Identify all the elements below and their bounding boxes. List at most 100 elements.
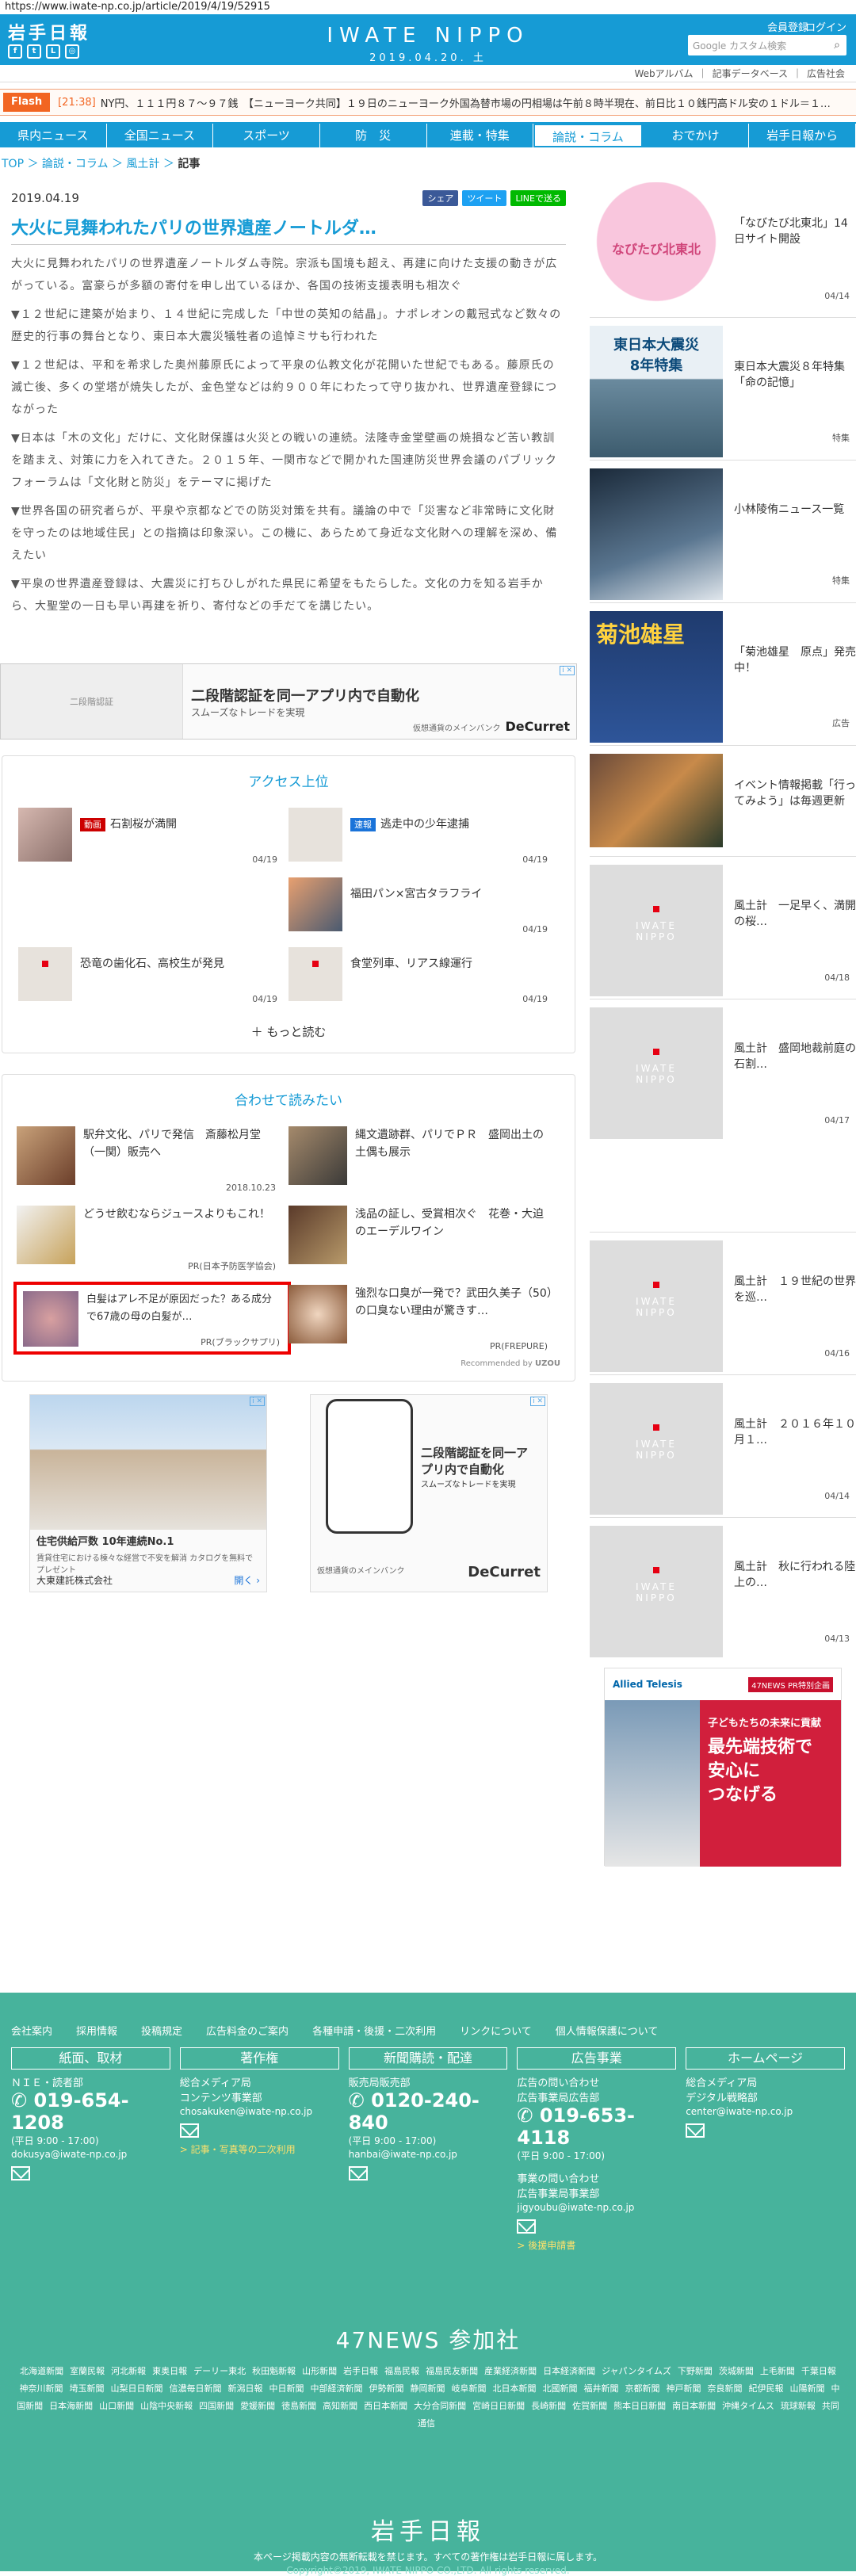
member-paper-link[interactable]: 山口新聞 xyxy=(99,2401,134,2411)
member-paper-link[interactable]: 南日本新聞 xyxy=(672,2401,716,2411)
related-item[interactable]: どうせ飲むならジュースよりもこれ！ PR(日本予防医学協会) xyxy=(17,1201,289,1280)
nav-sports[interactable]: スポーツ xyxy=(213,124,320,147)
contact-phone[interactable]: 019-654-1208 xyxy=(11,2089,129,2134)
login-link[interactable]: ログイン xyxy=(805,19,846,34)
footer-link[interactable]: 広告料金のご案内 xyxy=(206,2023,289,2038)
member-paper-link[interactable]: 伊勢新聞 xyxy=(369,2383,404,2394)
register-link[interactable]: 会員登録 xyxy=(767,19,808,34)
ranking-item[interactable]: 速報 逃走中の少年逮捕 04/19 xyxy=(289,803,559,873)
member-paper-link[interactable]: 大分合同新聞 xyxy=(414,2401,466,2411)
wide-ad-banner[interactable]: i ✕ 二段階認証 二段階認証を同一アプリ内で自動化 スムーズなトレードを実現 … xyxy=(0,663,577,740)
open-button[interactable]: 開く › xyxy=(234,1573,260,1587)
footer-link[interactable]: 採用情報 xyxy=(76,2023,117,2038)
highlight-frame[interactable]: 白髪はアレ不足が原因だった？ある成分で67歳の母の白髪が… PR(ブラックサプリ… xyxy=(13,1282,291,1355)
mail-icon[interactable] xyxy=(517,2219,537,2234)
member-paper-link[interactable]: 河北新報 xyxy=(111,2366,146,2376)
member-paper-link[interactable]: 沖縄タイムス xyxy=(722,2401,774,2411)
footer-link[interactable]: 各種申請・後援・二次利用 xyxy=(312,2023,436,2038)
member-paper-link[interactable]: 信濃毎日新聞 xyxy=(170,2383,222,2394)
sublink-album[interactable]: Webアルバム xyxy=(635,68,694,79)
url-bar[interactable]: https://www.iwate-np.co.jp/article/2019/… xyxy=(0,0,856,14)
related-item[interactable]: 強烈な口臭が一発で？武田久美子（50）の口臭ない理由が驚きす… PR(FREPU… xyxy=(289,1280,560,1359)
member-paper-link[interactable]: ジャパンタイムズ xyxy=(602,2366,671,2376)
member-paper-link[interactable]: 佐賀新聞 xyxy=(572,2401,607,2411)
member-paper-link[interactable]: 北日本新聞 xyxy=(493,2383,537,2394)
sublink-database[interactable]: 記事データベース xyxy=(713,68,788,79)
member-paper-link[interactable]: 中日新聞 xyxy=(269,2383,304,2394)
member-paper-link[interactable]: 産業経済新聞 xyxy=(484,2366,537,2376)
member-paper-link[interactable]: 山陽新聞 xyxy=(790,2383,825,2394)
member-paper-link[interactable]: 福井新聞 xyxy=(584,2383,619,2394)
sidebar-card[interactable]: IWATE NIPPO 風土計 一足早く、満開の桜… 04/18 xyxy=(590,856,856,996)
member-paper-link[interactable]: 室蘭民報 xyxy=(70,2366,105,2376)
sidebar-card[interactable]: 東日本大震災 8年特集 東日本大震災８年特集「命の記憶」 特集 xyxy=(590,317,856,457)
member-paper-link[interactable]: 岐阜新聞 xyxy=(452,2383,487,2394)
ranking-item[interactable]: 動画 石割桜が満開 04/19 xyxy=(18,803,289,873)
member-paper-link[interactable]: 京都新聞 xyxy=(625,2383,660,2394)
sidebar-card[interactable]: なびたび北東北 「なびたび北東北」14日サイト開設 04/14 xyxy=(590,174,856,314)
flash-text[interactable]: NY円、１１１円８７～９７銭 【ニューヨーク共同】１９日のニューヨーク外国為替市… xyxy=(101,95,831,110)
contact-mail[interactable]: hanbai@iwate-np.co.jp xyxy=(349,2149,508,2160)
footer-link[interactable]: 個人情報保護について xyxy=(556,2023,659,2038)
footer-link[interactable]: 会社案内 xyxy=(11,2023,52,2038)
member-paper-link[interactable]: 秋田魁新報 xyxy=(252,2366,296,2376)
member-paper-link[interactable]: 中部経済新聞 xyxy=(311,2383,363,2394)
footer-link[interactable]: 投稿規定 xyxy=(141,2023,182,2038)
member-paper-link[interactable]: 茨城新聞 xyxy=(719,2366,754,2376)
sponsorship-link[interactable]: > 後援申請書 xyxy=(517,2238,676,2252)
sidebar-card[interactable]: IWATE NIPPO 風土計 盛岡地裁前庭の石割… 04/17 xyxy=(590,999,856,1139)
contact-mail[interactable]: jigyoubu@iwate-np.co.jp xyxy=(517,2202,676,2213)
ranking-item[interactable] xyxy=(18,873,289,942)
flash-ticker[interactable]: Flash [21:38] NY円、１１１円８７～９７銭 【ニューヨーク共同】１… xyxy=(0,89,856,116)
related-item[interactable]: 浅品の証し、受賞相次ぐ 花巻・大迫のエーデルワイン xyxy=(289,1201,560,1280)
contact-phone[interactable]: 0120-240-840 xyxy=(349,2089,480,2134)
sidebar-card[interactable]: イベント情報掲載「行ってみよう」は毎週更新 xyxy=(590,745,856,848)
sidebar-card[interactable]: IWATE NIPPO 風土計 ２０１６年１０月１… 04/14 xyxy=(590,1374,856,1515)
mail-icon[interactable] xyxy=(11,2166,30,2180)
member-paper-link[interactable]: 新潟日報 xyxy=(228,2383,263,2394)
member-paper-link[interactable]: 紀伊民報 xyxy=(749,2383,784,2394)
nav-editorial[interactable]: 論説・コラム xyxy=(533,124,643,147)
member-paper-link[interactable]: 山梨日日新聞 xyxy=(111,2383,163,2394)
member-paper-link[interactable]: 長崎新聞 xyxy=(531,2401,566,2411)
member-paper-link[interactable]: 山形新聞 xyxy=(302,2366,337,2376)
adchoices-icon[interactable]: i ✕ xyxy=(530,1397,545,1406)
member-paper-link[interactable]: 岩手日報 xyxy=(343,2366,378,2376)
member-paper-link[interactable]: 千葉日報 xyxy=(801,2366,836,2376)
mail-icon[interactable] xyxy=(348,2166,368,2180)
related-item-highlighted[interactable]: 白髪はアレ不足が原因だった？ある成分で67歳の母の白髪が… PR(ブラックサプリ… xyxy=(13,1280,291,1359)
member-paper-link[interactable]: 静岡新聞 xyxy=(411,2383,445,2394)
member-paper-link[interactable]: 徳島新聞 xyxy=(281,2401,316,2411)
house-ad[interactable]: i ✕ 住宅供給戸数 10年連続No.1 賃貸住宅における棟々な経営で不安を解消… xyxy=(29,1394,267,1592)
member-paper-link[interactable]: デーリー東北 xyxy=(193,2366,246,2376)
member-paper-link[interactable]: 奈良新聞 xyxy=(708,2383,743,2394)
contact-mail[interactable]: dokusya@iwate-np.co.jp xyxy=(11,2149,170,2160)
ranking-item[interactable]: 食堂列車、リアス線運行 04/19 xyxy=(289,942,559,1012)
adchoices-icon[interactable]: i ✕ xyxy=(560,666,575,675)
breadcrumb-top[interactable]: TOP xyxy=(2,158,24,170)
nav-national[interactable]: 全国ニュース xyxy=(107,124,214,147)
ranking-item[interactable]: 恐竜の歯化石、高校生が発見 04/19 xyxy=(18,942,289,1012)
sidebar-card[interactable]: IWATE NIPPO 風土計 秋に行われる陸上の… 04/13 xyxy=(590,1517,856,1657)
member-paper-link[interactable]: 日本海新聞 xyxy=(49,2401,93,2411)
footer-logo[interactable]: 岩手日報 xyxy=(0,2512,856,2547)
contact-mail[interactable]: center@iwate-np.co.jp xyxy=(686,2106,845,2117)
breadcrumb-category[interactable]: 論説・コラム xyxy=(42,158,109,170)
search-box[interactable]: Google カスタム検索 ⌕ xyxy=(688,35,846,55)
member-paper-link[interactable]: 琉球新報 xyxy=(781,2401,816,2411)
contact-phone[interactable]: 019-653-4118 xyxy=(517,2104,635,2149)
contact-mail[interactable]: chosakuken@iwate-np.co.jp xyxy=(180,2106,339,2117)
nav-outing[interactable]: おでかけ xyxy=(643,124,750,147)
footer-link[interactable]: リンクについて xyxy=(460,2023,532,2038)
related-item[interactable]: 駅弁文化、パリで発信 斎藤松月堂（一関）販売へ 2018.10.23 xyxy=(17,1122,289,1201)
member-paper-link[interactable]: 下野新聞 xyxy=(678,2366,713,2376)
read-more-button[interactable]: ＋ もっと読む xyxy=(2,1012,575,1040)
search-icon[interactable]: ⌕ xyxy=(827,36,846,55)
member-paper-link[interactable]: 福島民友新聞 xyxy=(426,2366,478,2376)
line-share-button[interactable]: LINEで送る xyxy=(510,190,566,206)
member-paper-link[interactable]: 山陰中央新報 xyxy=(140,2401,193,2411)
twitter-share-button[interactable]: ツイート xyxy=(462,190,507,206)
nav-series[interactable]: 連載・特集 xyxy=(427,124,534,147)
sublink-ad[interactable]: 広告社会 xyxy=(807,68,845,79)
member-paper-link[interactable]: 神奈川新聞 xyxy=(20,2383,63,2394)
